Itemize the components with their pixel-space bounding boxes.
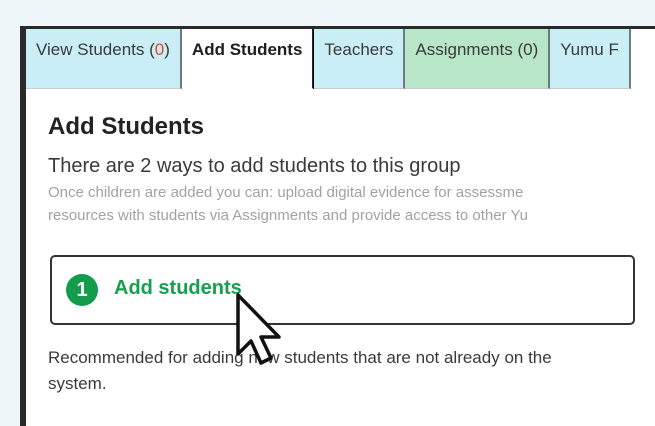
tab-yumu[interactable]: Yumu F: [550, 29, 631, 89]
page-title: Add Students: [48, 113, 204, 140]
add-students-option-label: Add students: [114, 277, 242, 299]
tab-teachers[interactable]: Teachers: [314, 29, 406, 89]
tab-bar: View Students (0) Add Students Teachers …: [26, 29, 655, 89]
step-number-badge: 1: [66, 274, 98, 306]
add-students-option-button[interactable]: 1 Add students: [50, 255, 635, 325]
tab-add-students[interactable]: Add Students: [181, 29, 319, 89]
tab-yumu-label: Yumu F: [560, 40, 619, 59]
tab-add-students-label: Add Students: [191, 40, 303, 59]
note-line-1: Recommended for adding new students that…: [48, 348, 552, 367]
group-panel: View Students (0) Add Students Teachers …: [20, 26, 655, 426]
page-description: Once children are added you can: upload …: [48, 181, 528, 227]
tab-assignments[interactable]: Assignments (0): [405, 29, 551, 89]
tab-view-students[interactable]: View Students (0): [26, 29, 182, 89]
page-subtitle: There are 2 ways to add students to this…: [48, 155, 461, 177]
tab-teachers-label: Teachers: [324, 40, 394, 59]
description-line-2: resources with students via Assignments …: [48, 207, 528, 224]
option-note: Recommended for adding new students that…: [48, 345, 552, 397]
tab-view-students-count: 0: [154, 40, 165, 59]
mouse-pointer-icon: [236, 293, 281, 365]
description-line-1: Once children are added you can: upload …: [48, 184, 524, 201]
tab-assignments-count: 0: [523, 40, 533, 59]
tab-view-students-label: View Students: [36, 40, 145, 59]
tab-assignments-label: Assignments: [415, 40, 513, 59]
note-line-2: system.: [48, 374, 107, 393]
